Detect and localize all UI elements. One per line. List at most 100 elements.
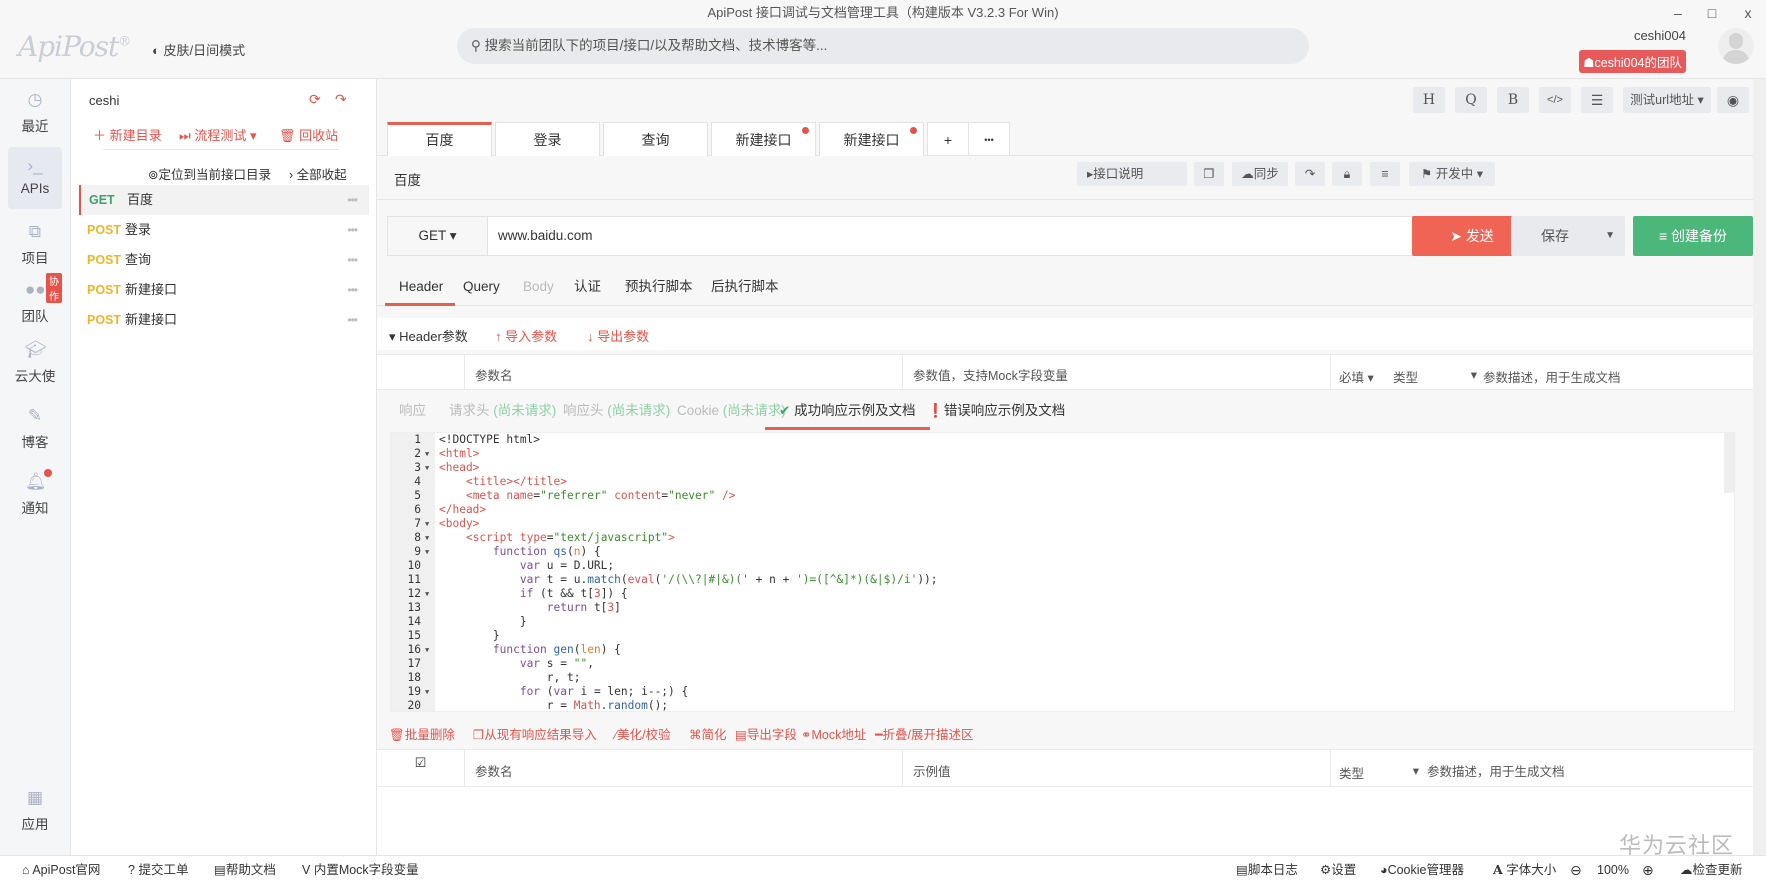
tree-item[interactable]: POST 新建接口 ••• [79,275,369,305]
subtab-预执行脚本[interactable]: 预执行脚本 [625,268,693,306]
editor-scrollbar[interactable] [1724,433,1734,493]
tab-4[interactable]: 新建接口 [819,122,924,156]
fold-arrow-icon[interactable]: ▼ [425,450,429,458]
share-icon[interactable]: ↷ [1295,162,1325,186]
cookie-manager-button[interactable]: ◕Cookie管理器 [1380,856,1464,884]
more-icon[interactable]: ••• [347,245,358,275]
resp-action-2[interactable]: ⁄美化/校验 [615,724,671,743]
zoom-in-icon[interactable]: ⊕ [1642,856,1654,884]
lock-icon[interactable]: 🔒︎ [1332,162,1362,186]
nav-item-6[interactable]: 🔔︎ 通知 [8,463,62,525]
select-all-checkbox[interactable]: ☑ [377,750,464,786]
import-params-button[interactable]: ↑ 导入参数 [495,326,557,345]
fold-arrow-icon[interactable]: ▼ [425,520,429,528]
body-toggle-button[interactable]: B [1497,87,1529,113]
subtab-后执行脚本[interactable]: 后执行脚本 [711,268,779,306]
sync-button[interactable]: ☁同步 [1232,162,1288,186]
doc-button[interactable]: ▸接口说明 [1077,162,1187,186]
save-button[interactable]: 保存 ▼ [1511,216,1625,256]
nav-item-5[interactable]: ✎ 博客 [8,397,62,459]
nav-item-apps[interactable]: ▦ 应用 [8,779,62,841]
backup-button[interactable]: ≡ 创建备份 [1633,216,1753,256]
avatar[interactable] [1718,28,1754,64]
tab-2[interactable]: 查询 [603,122,708,156]
tab-1[interactable]: 登录 [495,122,600,156]
skin-toggle[interactable]: ◐ 皮肤/日间模式 [152,40,245,59]
tree-item[interactable]: POST 查询 ••• [79,245,369,275]
nav-item-0[interactable]: ◷ 最近 [8,81,62,143]
save-dropdown-icon[interactable]: ▼ [1605,216,1615,256]
subtab-认证[interactable]: 认证 [574,268,601,306]
tab-0[interactable]: 百度 [387,122,492,156]
code-editor[interactable]: 1 2 ▼ 3 ▼ 4 5 6 7 ▼ 8 ▼ 9 ▼ 10 11 12 ▼ 13 14 15 16 ▼ 17 18 19 ▼ 20 … [390,432,1735,712]
col-resp-type[interactable]: 类型 ▾ [1339,763,1419,782]
col-required[interactable]: 必填 ▾ [1339,367,1374,386]
resp-action-6[interactable]: ━折叠/展开描述区 [875,724,974,743]
collapse-all-button[interactable]: › 全部收起 [289,164,347,183]
close-button[interactable]: x [1736,2,1760,24]
footer-link-mock[interactable]: V 内置Mock字段变量 [302,856,419,884]
add-tab-button[interactable]: + [927,122,969,156]
sliders-button[interactable]: ☰ [1581,87,1613,113]
more-icon[interactable]: ••• [347,275,358,305]
team-badge[interactable]: ☗ceshi004的团队 [1579,50,1686,73]
refresh-icon[interactable]: ⟳ [309,91,321,108]
footer-link-website[interactable]: ⌂ ApiPost官网 [22,856,100,884]
more-icon[interactable]: ••• [347,305,358,335]
tab-3[interactable]: 新建接口 [711,122,816,156]
nav-item-2[interactable]: ⧉ 项目 [8,213,62,275]
footer-link-docs[interactable]: ▤帮助文档 [214,856,276,884]
resp-action-1[interactable]: ❐从现有响应结果导入 [473,724,597,743]
eye-icon[interactable]: ◉ [1717,87,1749,113]
resp-action-5[interactable]: ⚭Mock地址 [801,724,866,743]
resp-tab-1[interactable]: 请求头 (尚未请求) [449,392,556,430]
fold-arrow-icon[interactable]: ▼ [425,548,429,556]
tree-item[interactable]: GET 百度 ••• [79,185,369,215]
fold-arrow-icon[interactable]: ▼ [425,646,429,654]
share-icon[interactable]: ↷ [335,91,347,108]
tree-item[interactable]: POST 登录 ••• [79,215,369,245]
resp-action-3[interactable]: ⌘简化 [689,724,727,743]
resp-tab-4[interactable]: ✔ 成功响应示例及文档 [765,392,930,430]
resp-action-4[interactable]: ▤导出字段 [735,724,797,743]
new-dir-button[interactable]: ＋ 新建目录 [93,125,162,144]
resp-action-0[interactable]: 🗑批量删除 [389,724,455,743]
settings-button[interactable]: ⚙设置 [1320,856,1356,884]
recycle-button[interactable]: 🗑 回收站 [279,125,338,144]
script-log-button[interactable]: ▤脚本日志 [1236,856,1298,884]
database-icon[interactable]: ≡ [1370,162,1400,186]
scrollbar[interactable] [1753,79,1766,855]
query-toggle-button[interactable]: Q [1455,87,1487,113]
minimize-button[interactable]: – [1666,2,1690,24]
fold-arrow-icon[interactable]: ▼ [425,464,429,472]
subtab-Body[interactable]: Body [523,268,554,306]
nav-item-3[interactable]: ●● 团队 协作 [8,271,62,333]
resp-tab-0[interactable]: 响应 [399,392,426,430]
nav-item-4[interactable]: 🎓︎ 云大使 [8,331,62,393]
footer-link-ticket[interactable]: ? 提交工单 [128,856,188,884]
url-input[interactable]: www.baidu.com [498,217,593,255]
method-select[interactable]: GET ▾ [388,217,488,255]
fold-arrow-icon[interactable]: ▼ [425,590,429,598]
tree-item[interactable]: POST 新建接口 ••• [79,305,369,335]
col-type[interactable]: 类型 ▾ [1393,367,1477,386]
fold-arrow-icon[interactable]: ▼ [425,688,429,696]
header-toggle-button[interactable]: H [1413,87,1445,113]
flow-test-button[interactable]: ⏭ 流程测试 ▾ [179,125,256,144]
subtab-Header[interactable]: Header [385,268,456,306]
env-select[interactable]: 测试url地址 ▾ [1623,87,1711,113]
status-select[interactable]: ⚑ 开发中 ▾ [1409,162,1495,186]
maximize-button[interactable]: □ [1700,2,1724,24]
zoom-out-icon[interactable]: ⊖ [1570,856,1582,884]
locate-button[interactable]: ⊚定位到当前接口目录 [148,164,271,183]
check-update-button[interactable]: ☁检查更新 [1680,856,1743,884]
subtab-Query[interactable]: Query [463,268,500,306]
fold-arrow-icon[interactable]: ▼ [425,534,429,542]
more-icon[interactable]: ••• [347,215,358,245]
copy-icon[interactable]: ❐ [1194,162,1224,186]
more-tabs-button[interactable]: ••• [968,122,1010,156]
export-params-button[interactable]: ↓ 导出参数 [587,326,649,345]
more-icon[interactable]: ••• [347,185,358,215]
resp-tab-5[interactable]: ❗错误响应示例及文档 [927,392,1065,430]
search-input[interactable]: ⚲ 搜索当前团队下的项目/接口/以及帮助文档、技术博客等... [457,28,1309,64]
